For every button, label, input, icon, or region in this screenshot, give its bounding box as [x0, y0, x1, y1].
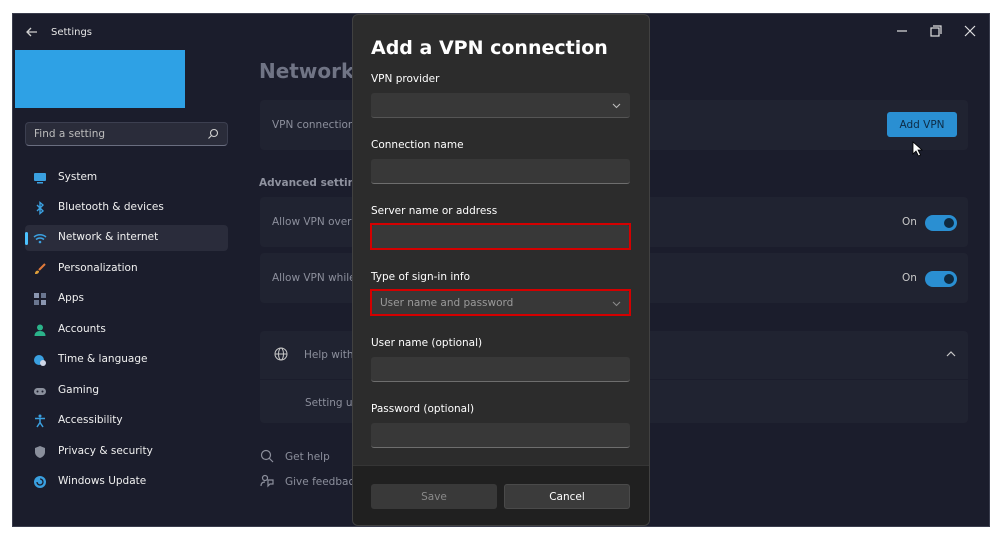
signin-type-label: Type of sign-in info: [371, 271, 471, 283]
password-field[interactable]: [371, 423, 630, 448]
dialog-footer: Save Cancel: [353, 465, 649, 525]
monitor-icon: [34, 173, 46, 184]
search-input[interactable]: [34, 128, 194, 140]
close-icon[interactable]: [959, 21, 981, 41]
connection-name-field[interactable]: [371, 159, 630, 184]
server-name-highlight: [370, 223, 631, 250]
sidebar-item-accessibility[interactable]: Accessibility: [25, 408, 228, 434]
add-vpn-button[interactable]: Add VPN: [887, 112, 957, 137]
sidebar-item-label: Personalization: [58, 262, 138, 274]
minimize-icon[interactable]: [891, 21, 913, 41]
toggle-knob: [944, 218, 954, 228]
update-icon: [34, 476, 46, 488]
sidebar-item-label: Apps: [58, 292, 84, 304]
username-label: User name (optional): [371, 337, 483, 349]
restore-icon[interactable]: [924, 21, 946, 41]
add-vpn-dialog: Add a VPN connection VPN provider Connec…: [352, 14, 650, 526]
accessibility-icon: [35, 414, 45, 428]
app-title: Settings: [51, 27, 93, 38]
sidebar-item-label: Time & language: [58, 353, 148, 365]
feedback-icon: [260, 474, 274, 488]
sidebar-item-label: Gaming: [58, 384, 100, 396]
profile-banner[interactable]: [15, 50, 185, 108]
vpn-provider-label: VPN provider: [371, 73, 440, 85]
wifi-icon: [33, 234, 47, 244]
sidebar-item-bluetooth[interactable]: Bluetooth & devices: [25, 195, 228, 221]
dialog-title: Add a VPN connection: [371, 37, 608, 59]
back-arrow-icon[interactable]: [25, 25, 39, 39]
globe-icon: [274, 347, 288, 361]
allow-vpn-metered-toggle[interactable]: [925, 215, 957, 231]
save-button[interactable]: Save: [371, 484, 497, 509]
signin-type-highlight: [370, 289, 631, 316]
sidebar-item-apps[interactable]: Apps: [25, 286, 228, 312]
bluetooth-icon: [36, 201, 45, 215]
get-help-icon: [260, 449, 274, 463]
sidebar-item-network[interactable]: Network & internet: [25, 225, 228, 251]
sidebar-item-label: System: [58, 171, 98, 183]
search-icon[interactable]: [207, 128, 219, 140]
sidebar-item-gaming[interactable]: Gaming: [25, 378, 228, 404]
gamepad-icon: [34, 388, 46, 395]
allow-vpn-roaming-toggle[interactable]: [925, 271, 957, 287]
give-feedback-link[interactable]: Give feedback: [285, 476, 360, 488]
sidebar-item-personalization[interactable]: Personalization: [25, 256, 228, 282]
chevron-up-icon[interactable]: [946, 350, 956, 358]
person-icon: [34, 324, 46, 336]
sidebar-item-label: Accounts: [58, 323, 106, 335]
brush-icon: [35, 263, 46, 274]
chevron-down-icon: [612, 103, 621, 109]
sidebar-item-label: Windows Update: [58, 475, 147, 487]
vpn-provider-select[interactable]: [371, 93, 630, 118]
allow-vpn-roaming-label: Allow VPN while: [272, 272, 356, 284]
sidebar-item-label: Bluetooth & devices: [58, 201, 164, 213]
shield-icon: [35, 446, 45, 458]
username-field[interactable]: [371, 357, 630, 382]
sidebar-item-time-language[interactable]: Time & language: [25, 347, 228, 373]
get-help-link[interactable]: Get help: [285, 451, 330, 463]
help-with-label: Help with: [304, 349, 354, 361]
apps-icon: [34, 293, 46, 305]
server-name-label: Server name or address: [371, 205, 498, 217]
password-label: Password (optional): [371, 403, 475, 415]
sidebar-item-label: Network & internet: [58, 231, 159, 243]
vpn-connections-label: VPN connections: [272, 119, 361, 131]
connection-name-label: Connection name: [371, 139, 464, 151]
search-box[interactable]: [25, 122, 228, 146]
globe-clock-icon: [34, 355, 46, 366]
sidebar-item-label: Accessibility: [58, 414, 123, 426]
sidebar-item-system[interactable]: System: [25, 165, 228, 191]
sidebar-item-windows-update[interactable]: Windows Update: [25, 469, 228, 495]
toggle-knob: [944, 274, 954, 284]
cancel-button[interactable]: Cancel: [504, 484, 630, 509]
active-indicator: [25, 232, 28, 245]
toggle-metered-state: On: [902, 216, 917, 228]
mouse-cursor-icon: [912, 141, 924, 157]
sidebar-item-label: Privacy & security: [58, 445, 153, 457]
sidebar-item-privacy[interactable]: Privacy & security: [25, 439, 228, 465]
sidebar-item-accounts[interactable]: Accounts: [25, 317, 228, 343]
toggle-roaming-state: On: [902, 272, 917, 284]
